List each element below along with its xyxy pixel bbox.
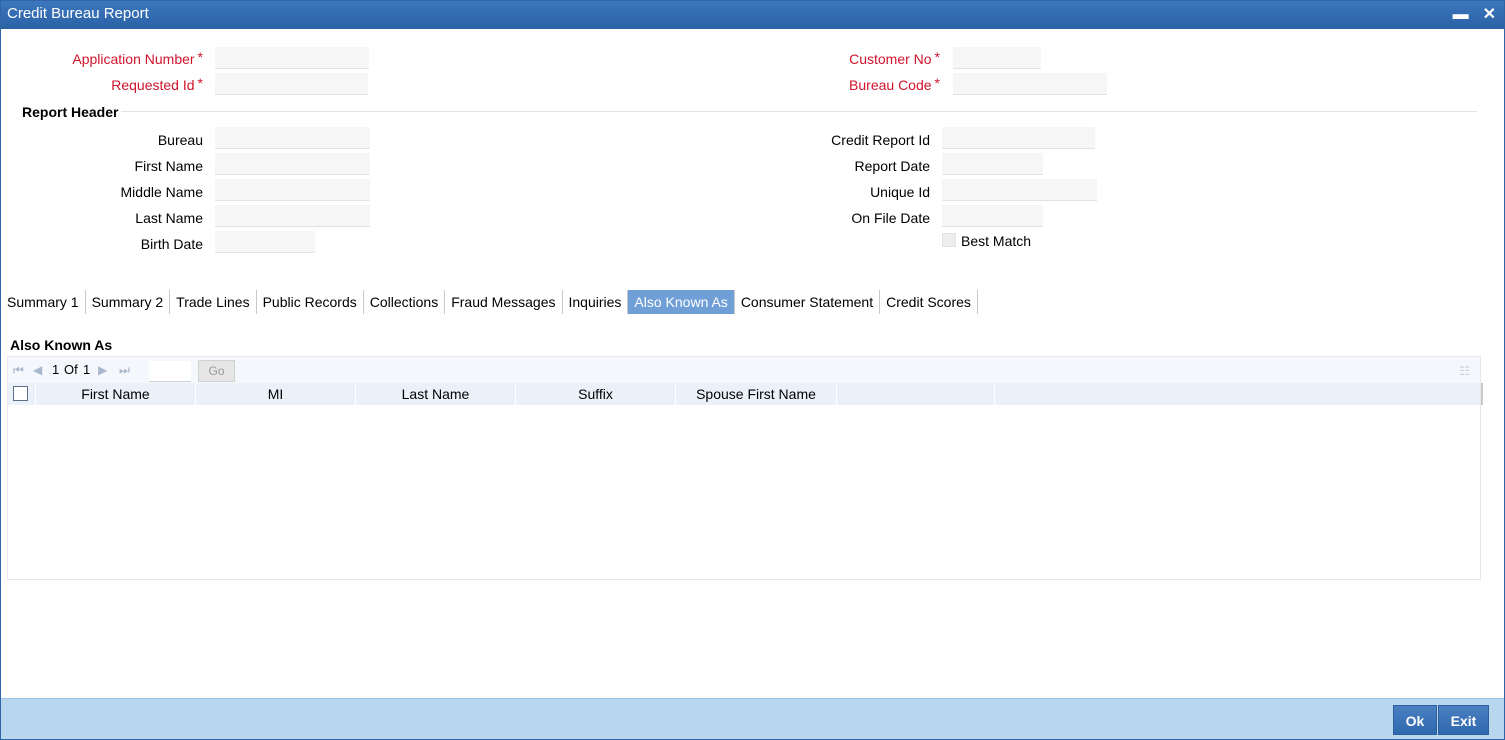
customer-no-label: Customer No * — [849, 49, 940, 67]
footer-bar: Ok Exit — [1, 698, 1504, 739]
grid-scrollbar[interactable] — [1481, 383, 1483, 405]
title-bar: Credit Bureau Report ▬ ✕ — [1, 1, 1504, 29]
report-header-title: Report Header — [22, 104, 119, 120]
tab-inquiries[interactable]: Inquiries — [563, 290, 629, 314]
unique-id-label: Unique Id — [870, 184, 930, 200]
bureau-field[interactable] — [215, 127, 370, 149]
required-marker: * — [197, 75, 203, 91]
bureau-code-field[interactable] — [953, 73, 1107, 95]
tab-trade-lines[interactable]: Trade Lines — [170, 290, 257, 314]
tab-also-known-as[interactable]: Also Known As — [628, 290, 735, 314]
last-name-field[interactable] — [215, 205, 370, 227]
tab-collections[interactable]: Collections — [364, 290, 446, 314]
window-controls: ▬ ✕ — [1453, 1, 1496, 29]
last-page-icon[interactable]: ⏭ — [119, 363, 130, 378]
first-name-field[interactable] — [215, 153, 370, 175]
window-title: Credit Bureau Report — [7, 5, 149, 22]
column-header-first-name[interactable]: First Name — [36, 383, 196, 405]
previous-page-icon[interactable]: ◀ — [33, 363, 42, 377]
also-known-as-grid: ⏮ ◀ 1 Of 1 ▶ ⏭ Go ☷ First Name MI Last N… — [7, 356, 1483, 580]
total-pages: 1 — [83, 362, 91, 377]
page-number-input[interactable] — [149, 361, 191, 382]
tab-fraud-messages[interactable]: Fraud Messages — [445, 290, 563, 314]
tab-credit-scores[interactable]: Credit Scores — [880, 290, 978, 314]
middle-name-label: Middle Name — [120, 184, 203, 200]
required-marker: * — [197, 49, 203, 65]
first-name-label: First Name — [134, 158, 203, 174]
current-page: 1 — [52, 362, 60, 377]
ok-button[interactable]: Ok — [1393, 705, 1437, 735]
birth-date-label: Birth Date — [140, 236, 203, 252]
column-header-mi[interactable]: MI — [196, 383, 356, 405]
on-file-date-field[interactable] — [942, 205, 1043, 227]
next-page-icon[interactable]: ▶ — [98, 363, 107, 377]
application-number-label: Application Number * — [72, 49, 203, 67]
select-all-cell — [8, 383, 36, 405]
credit-report-id-label: Credit Report Id — [831, 132, 930, 148]
page-of-label: Of — [64, 362, 78, 377]
middle-name-field[interactable] — [215, 179, 370, 201]
report-date-field[interactable] — [942, 153, 1043, 175]
bureau-label: Bureau — [157, 132, 203, 148]
close-icon[interactable]: ✕ — [1483, 2, 1496, 28]
column-header-extra[interactable] — [837, 383, 995, 405]
tab-summary-2[interactable]: Summary 2 — [86, 290, 171, 314]
unique-id-field[interactable] — [942, 179, 1097, 201]
requested-id-field[interactable] — [215, 73, 368, 95]
column-header-spouse-first-name[interactable]: Spouse First Name — [676, 383, 837, 405]
report-header-divider — [121, 111, 1477, 112]
customer-no-field[interactable] — [953, 47, 1041, 69]
select-all-checkbox[interactable] — [13, 386, 28, 401]
credit-report-id-field[interactable] — [942, 127, 1095, 149]
on-file-date-label: On File Date — [851, 210, 930, 226]
first-page-icon[interactable]: ⏮ — [13, 363, 24, 378]
go-button[interactable]: Go — [198, 360, 235, 382]
report-tabs: Summary 1 Summary 2 Trade Lines Public Reco… — [1, 290, 978, 314]
report-date-label: Report Date — [854, 158, 930, 174]
best-match-label: Best Match — [961, 233, 1032, 249]
also-known-as-title: Also Known As — [10, 337, 113, 353]
tab-public-records[interactable]: Public Records — [257, 290, 364, 314]
column-menu-icon[interactable]: ☷ — [1459, 364, 1470, 378]
exit-button[interactable]: Exit — [1438, 705, 1489, 735]
best-match-checkbox[interactable] — [942, 233, 956, 247]
minimize-icon[interactable]: ▬ — [1453, 2, 1469, 28]
grid-pager: ⏮ ◀ 1 Of 1 ▶ ⏭ Go ☷ — [8, 357, 1480, 384]
last-name-label: Last Name — [135, 210, 203, 226]
tab-consumer-statement[interactable]: Consumer Statement — [735, 290, 881, 314]
grid-header-row: First Name MI Last Name Suffix Spouse Fi… — [8, 383, 1480, 405]
credit-bureau-report-window: Credit Bureau Report ▬ ✕ Application Num… — [0, 0, 1505, 740]
application-number-field[interactable] — [215, 47, 369, 69]
birth-date-field[interactable] — [215, 231, 315, 253]
column-header-last-name[interactable]: Last Name — [356, 383, 516, 405]
column-header-filler — [995, 383, 1480, 405]
column-header-suffix[interactable]: Suffix — [516, 383, 676, 405]
required-marker: * — [934, 75, 940, 91]
requested-id-label: Requested Id * — [111, 75, 203, 93]
tab-summary-1[interactable]: Summary 1 — [1, 290, 86, 314]
bureau-code-label: Bureau Code * — [849, 75, 940, 93]
required-marker: * — [934, 49, 940, 65]
